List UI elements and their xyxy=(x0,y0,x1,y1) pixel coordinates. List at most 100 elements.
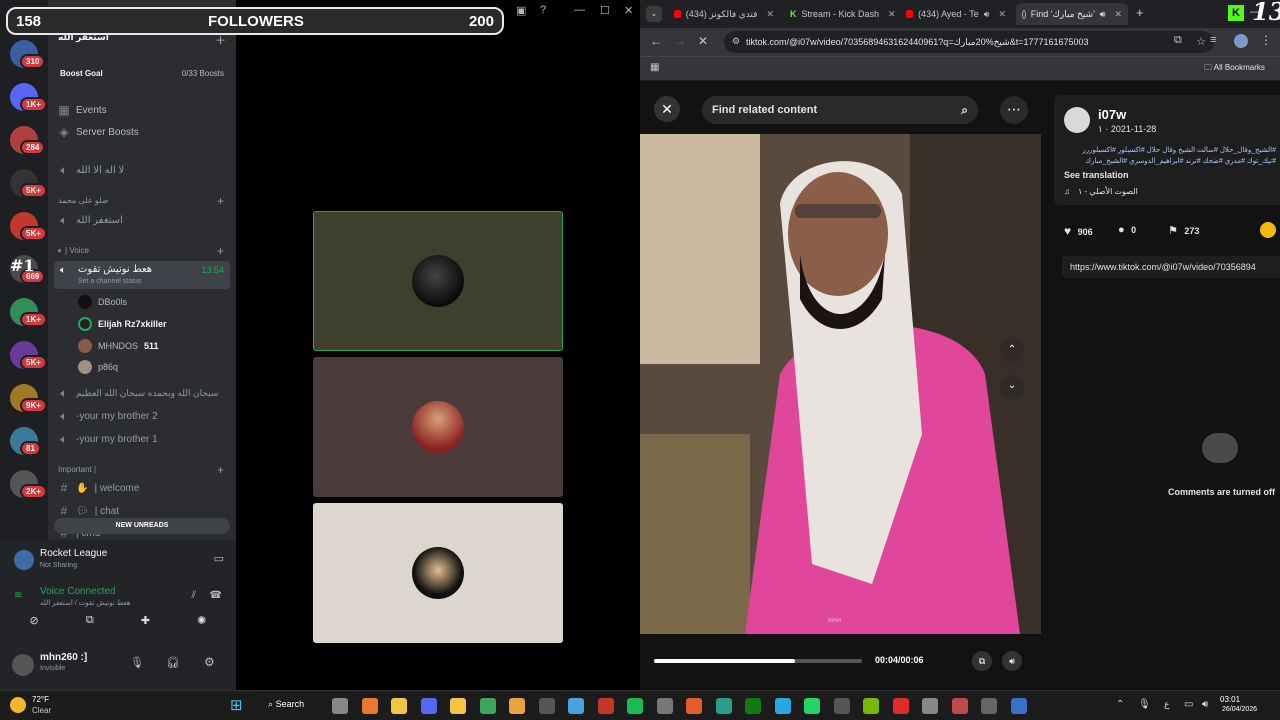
whatsapp-icon[interactable] xyxy=(804,698,820,714)
microphone-icon[interactable]: 🎙︎ xyxy=(1138,699,1151,710)
app-icon[interactable] xyxy=(715,698,732,714)
microphone-icon[interactable]: 🎙︎ xyxy=(130,656,144,669)
xbox-icon[interactable] xyxy=(745,698,761,714)
app-icon[interactable] xyxy=(656,698,673,714)
media-icon[interactable]: ≡ xyxy=(1210,34,1216,46)
copilot-icon[interactable] xyxy=(361,698,378,714)
close-tab-icon[interactable]: ✕ xyxy=(766,9,774,20)
video-tile[interactable] xyxy=(313,211,563,351)
add-channel-icon[interactable]: + xyxy=(217,244,224,258)
clock-date[interactable]: 26/04/2026 xyxy=(1222,706,1257,713)
menu-icon[interactable]: ⋮ xyxy=(1260,33,1272,47)
menu-item-server-boosts[interactable]: ◈ Server Boosts xyxy=(58,122,230,142)
app-icon[interactable] xyxy=(833,698,850,714)
close-tab-icon[interactable]: ✕ xyxy=(1114,9,1122,20)
all-bookmarks[interactable]: 🗀︎ All Bookmarks xyxy=(1204,62,1265,76)
close-icon[interactable]: ✕ xyxy=(624,4,633,17)
camera-off-icon[interactable]: ⊘ xyxy=(30,614,39,636)
voice-channel[interactable]: 🔈︎ لا اله الا الله xyxy=(58,160,230,180)
start-button[interactable]: ⊞ xyxy=(230,698,246,714)
extensions-icon[interactable]: ⧉ xyxy=(1174,34,1182,47)
shield-icon[interactable] xyxy=(1010,698,1027,714)
app-icon[interactable] xyxy=(686,698,702,714)
add-channel-icon[interactable]: + xyxy=(217,463,224,477)
headphones-icon[interactable]: 🎧︎ xyxy=(166,656,180,669)
add-channel-icon[interactable]: + xyxy=(217,194,224,208)
category-header[interactable]: Important | xyxy=(58,465,96,474)
noise-icon[interactable]: ⫽ xyxy=(192,590,196,601)
video-tile[interactable] xyxy=(313,503,563,643)
voice-channel[interactable]: 🔈︎ استغفر الله xyxy=(58,210,230,230)
voice-channel[interactable]: 🔈︎ -your my brother 1 xyxy=(58,429,230,449)
nvidia-icon[interactable] xyxy=(863,698,879,714)
spotify-icon[interactable] xyxy=(627,698,643,714)
forward-icon[interactable]: → xyxy=(674,34,686,48)
close-tab-icon[interactable]: ✕ xyxy=(888,9,896,20)
tab[interactable]: K Stream - Kick Dash ✕ xyxy=(784,3,896,25)
caption[interactable]: #الشيخ_وقال_حلال #سالت الشيخ وقال حلال #… xyxy=(1064,145,1276,167)
settings-icon[interactable] xyxy=(922,698,938,714)
video-tile[interactable] xyxy=(313,357,563,497)
audio-icon[interactable]: 🔊︎ xyxy=(1100,9,1106,20)
menu-item-events[interactable]: ▦ Events xyxy=(58,100,230,120)
save-button[interactable]: ⚑ 273 xyxy=(1168,224,1199,237)
active-voice-channel[interactable]: 🔈︎ هعط نوتيش تقوت 13:54 Set a channel st… xyxy=(54,261,230,289)
apps-icon[interactable]: ▦ xyxy=(650,62,659,73)
search-button[interactable]: ⌕ Search xyxy=(268,699,304,710)
voice-user[interactable]: MHNDOS 511 xyxy=(78,337,159,355)
tab[interactable]: (434) Ayed - Te 🔊︎ ✕ xyxy=(900,3,1012,25)
folder-icon[interactable] xyxy=(391,698,407,714)
category-header[interactable]: صلو على محمد xyxy=(58,196,108,205)
back-icon[interactable]: ← xyxy=(650,34,662,48)
new-unreads-pill[interactable]: NEW UNREADS xyxy=(54,518,230,534)
soundboard-icon[interactable]: ✺ xyxy=(197,614,206,636)
boost-goal[interactable]: Boost Goal 0/33 Boosts xyxy=(54,62,230,84)
like-button[interactable]: ♥ 906 xyxy=(1064,224,1093,238)
app-icon[interactable] xyxy=(597,698,614,714)
app-icon[interactable] xyxy=(538,698,555,714)
app-icon[interactable] xyxy=(568,698,584,714)
tab[interactable]: Find 'شيخ مبارك' 🔊︎ ✕ xyxy=(1016,3,1128,25)
screen-share-icon[interactable]: ⧉ xyxy=(86,614,94,636)
more-icon[interactable]: ⋯ xyxy=(1000,96,1028,124)
previous-video-icon[interactable]: ⌃ xyxy=(1000,339,1024,363)
profile-avatar[interactable] xyxy=(1234,34,1248,48)
search-icon[interactable]: ⌕ xyxy=(961,96,968,124)
voice-category-header[interactable]: 🔈︎ | Voice xyxy=(58,246,89,256)
settings-icon[interactable]: ⚙ xyxy=(204,655,215,669)
video-player[interactable]: MAR ⌃ ⌄ xyxy=(640,134,1041,634)
author-name[interactable]: i07w xyxy=(1098,107,1126,122)
sound-name[interactable]: الصوت الأصلي - ١ xyxy=(1078,187,1138,196)
volume-icon[interactable]: 🔊︎ xyxy=(1202,699,1208,710)
next-video-icon[interactable]: ⌄ xyxy=(1000,375,1024,399)
disconnect-icon[interactable]: ☎ xyxy=(210,590,222,601)
avatar[interactable] xyxy=(12,654,34,676)
comment-button[interactable]: ● 0 xyxy=(1118,224,1136,236)
server-icon[interactable]: #1 xyxy=(10,256,35,275)
tab[interactable]: (434) فتدي فالكونز ✕ xyxy=(668,3,780,25)
files-icon[interactable] xyxy=(450,698,466,714)
tab-search-icon[interactable]: ⌄ xyxy=(646,6,662,22)
share-icon[interactable] xyxy=(1260,222,1276,238)
reload-icon[interactable]: ✕ xyxy=(698,34,708,48)
screen-icon[interactable]: ▣ xyxy=(516,4,526,17)
user-name[interactable]: mhn260 :] xyxy=(40,652,87,663)
app-icon[interactable] xyxy=(951,698,968,714)
copy-link-box[interactable]: https://www.tiktok.com/@i07w/video/70356… xyxy=(1062,256,1280,278)
clock-time[interactable]: 03:01 xyxy=(1220,695,1240,704)
language-indicator[interactable]: ع xyxy=(1164,699,1169,710)
new-tab-icon[interactable]: + xyxy=(1136,5,1144,20)
app-icon[interactable] xyxy=(981,698,997,714)
channel-status[interactable]: Set a channel status xyxy=(78,278,141,285)
progress-bar[interactable] xyxy=(654,659,862,663)
audio-icon[interactable]: 🔊︎ xyxy=(984,9,990,20)
voice-channel[interactable]: 🔈︎ سبحان الله وبحمده سبحان الله العظيم xyxy=(58,383,230,403)
maximize-icon[interactable]: ☐ xyxy=(600,4,610,17)
screen-share-icon[interactable]: ▭ xyxy=(214,552,224,565)
voice-user[interactable]: Elijah Rz7xkiller xyxy=(78,315,167,333)
see-translation[interactable]: See translation xyxy=(1064,170,1129,180)
chevron-up-icon[interactable]: ⌃ xyxy=(1116,699,1124,710)
text-channel[interactable]: # ✋ | welcome xyxy=(58,478,230,498)
chrome-icon[interactable] xyxy=(479,698,496,714)
weather-icon[interactable] xyxy=(10,697,26,713)
